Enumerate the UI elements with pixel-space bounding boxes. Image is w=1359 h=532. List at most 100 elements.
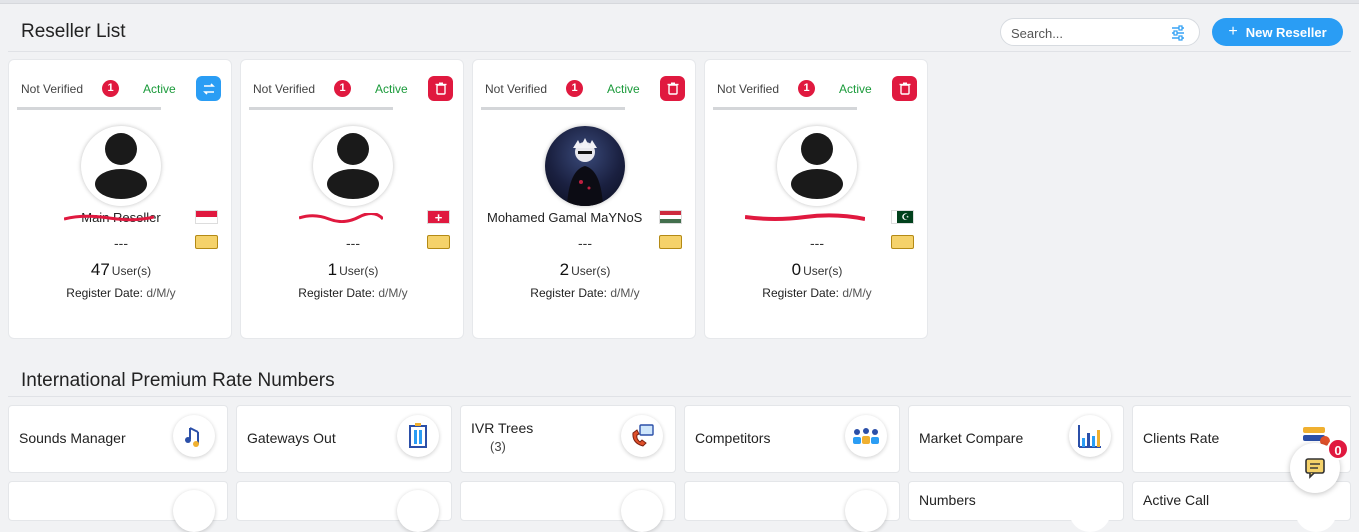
switzerland-flag-icon: + bbox=[427, 210, 450, 224]
users-label: User(s) bbox=[803, 264, 843, 278]
trash-icon bbox=[899, 82, 910, 95]
register-label: Register Date: bbox=[298, 286, 375, 300]
register-label: Register Date: bbox=[66, 286, 143, 300]
default-user-icon bbox=[95, 133, 147, 199]
tile-label: Competitors bbox=[695, 430, 771, 446]
users-number: 0 bbox=[791, 260, 802, 279]
register-label: Register Date: bbox=[530, 286, 607, 300]
users-label: User(s) bbox=[339, 264, 379, 278]
tile-gateways-out[interactable]: Gateways Out bbox=[236, 405, 452, 473]
active-status: Active bbox=[143, 82, 176, 96]
reseller-name: Mohamed Gamal MaYNoS bbox=[487, 210, 643, 225]
tile-label: Market Compare bbox=[919, 430, 1024, 446]
register-label: Register Date: bbox=[762, 286, 839, 300]
divider bbox=[481, 107, 625, 110]
search-input[interactable] bbox=[1011, 23, 1161, 43]
hungary-flag-icon bbox=[659, 210, 682, 224]
search-box[interactable] bbox=[1000, 18, 1200, 46]
tile-label: IVR Trees bbox=[471, 420, 534, 436]
indonesia-flag-icon bbox=[195, 210, 218, 224]
chat-message-icon bbox=[1305, 458, 1325, 479]
gateway-door-icon bbox=[397, 415, 439, 457]
redaction-mark bbox=[64, 214, 154, 222]
avatar bbox=[313, 126, 393, 206]
trash-icon bbox=[667, 82, 678, 95]
verification-status: Not Verified bbox=[717, 82, 780, 96]
verification-status: Not Verified bbox=[253, 82, 316, 96]
avatar bbox=[777, 126, 857, 206]
avatar-photo bbox=[545, 126, 625, 206]
register-date: Register Date: d/M/y bbox=[241, 286, 465, 300]
register-date: Register Date: d/M/y bbox=[9, 286, 233, 300]
divider bbox=[249, 107, 393, 110]
delete-button[interactable] bbox=[892, 76, 917, 101]
tile-label: Active Call bbox=[1143, 492, 1210, 508]
redaction-mark bbox=[745, 213, 865, 221]
whatsapp-icon bbox=[195, 235, 218, 249]
users-count: 47 User(s) bbox=[9, 260, 233, 280]
list-card-icon bbox=[1069, 490, 1111, 532]
count-badge: 1 bbox=[102, 80, 119, 97]
active-status: Active bbox=[607, 82, 640, 96]
users-count: 1 User(s) bbox=[241, 260, 465, 280]
transfer-button[interactable] bbox=[196, 76, 221, 101]
chat-badge: 0 bbox=[1327, 438, 1349, 460]
tile-row2-3[interactable] bbox=[460, 481, 676, 532]
reseller-card[interactable]: Not Verified 1 Active Mohamed Gamal MaYN… bbox=[472, 59, 696, 339]
divider bbox=[713, 107, 857, 110]
active-status: Active bbox=[839, 82, 872, 96]
new-reseller-button[interactable]: + New Reseller bbox=[1212, 18, 1343, 46]
profile-photo-image bbox=[567, 138, 603, 206]
tile-row2-2[interactable] bbox=[236, 481, 452, 532]
tile-sounds-manager[interactable]: Sounds Manager bbox=[8, 405, 228, 473]
users-count: 2 User(s) bbox=[473, 260, 697, 280]
verification-status: Not Verified bbox=[485, 82, 548, 96]
redaction-mark bbox=[299, 213, 383, 223]
whatsapp-icon bbox=[891, 235, 914, 249]
reseller-card[interactable]: Not Verified 1 Active Main Reseller --- … bbox=[8, 59, 232, 339]
users-number: 1 bbox=[327, 260, 338, 279]
tile-market-compare[interactable]: Market Compare bbox=[908, 405, 1124, 473]
pakistan-flag-icon: ☪ bbox=[891, 210, 914, 224]
document-icon bbox=[845, 490, 887, 532]
delete-button[interactable] bbox=[660, 76, 685, 101]
section-title: International Premium Rate Numbers bbox=[21, 370, 335, 391]
register-value: d/M/y bbox=[378, 286, 408, 300]
tile-ivr-trees[interactable]: IVR Trees (3) bbox=[460, 405, 676, 473]
call-forward-icon bbox=[1295, 490, 1337, 532]
avatar bbox=[81, 126, 161, 206]
filter-sliders-icon[interactable] bbox=[1170, 25, 1186, 41]
count-badge: 1 bbox=[798, 80, 815, 97]
reseller-card[interactable]: Not Verified 1 Active + --- 1 User(s) Reg… bbox=[240, 59, 464, 339]
register-value: d/M/y bbox=[146, 286, 176, 300]
tile-competitors[interactable]: Competitors bbox=[684, 405, 900, 473]
active-status: Active bbox=[375, 82, 408, 96]
new-reseller-label: New Reseller bbox=[1245, 24, 1327, 40]
register-date: Register Date: d/M/y bbox=[473, 286, 697, 300]
ticket-icon bbox=[621, 490, 663, 532]
verification-status: Not Verified bbox=[21, 82, 84, 96]
divider bbox=[17, 107, 161, 110]
users-number: 2 bbox=[559, 260, 570, 279]
clipboard-icon bbox=[173, 490, 215, 532]
users-count: 0 User(s) bbox=[705, 260, 929, 280]
register-value: d/M/y bbox=[842, 286, 872, 300]
tile-numbers[interactable]: Numbers bbox=[908, 481, 1124, 532]
phone-arrow-icon bbox=[397, 490, 439, 532]
tile-row2-4[interactable] bbox=[684, 481, 900, 532]
users-label: User(s) bbox=[571, 264, 611, 278]
register-date: Register Date: d/M/y bbox=[705, 286, 929, 300]
people-group-icon bbox=[845, 415, 887, 457]
reseller-card[interactable]: Not Verified 1 Active ☪ --- 0 User(s) Reg… bbox=[704, 59, 928, 339]
phone-chat-icon bbox=[621, 415, 663, 457]
plus-icon: + bbox=[1228, 23, 1238, 40]
default-user-icon bbox=[791, 133, 843, 199]
music-notes-icon bbox=[173, 415, 215, 457]
delete-button[interactable] bbox=[428, 76, 453, 101]
tile-row2-1[interactable] bbox=[8, 481, 228, 532]
register-value: d/M/y bbox=[610, 286, 640, 300]
users-number: 47 bbox=[90, 260, 110, 279]
users-label: User(s) bbox=[111, 264, 152, 278]
whatsapp-icon bbox=[659, 235, 682, 249]
count-badge: 1 bbox=[334, 80, 351, 97]
